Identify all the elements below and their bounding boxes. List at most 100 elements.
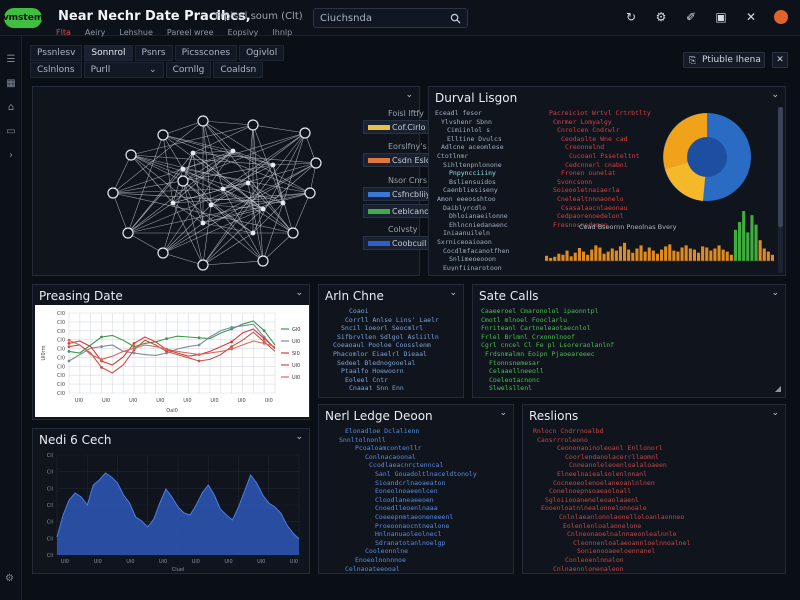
bar[interactable]: [655, 253, 659, 261]
line-chart[interactable]: Cl0 Cl0 Cl0 Cl0 Cl0 Cl0 Cl0 Cl0 Cl0 Cl0 Ul0 Ul0 Ul0 U…: [35, 305, 309, 417]
data-point[interactable]: [132, 346, 136, 350]
list-line[interactable]: Cnlnaennlonenaleon: [529, 565, 779, 572]
data-point[interactable]: [230, 326, 234, 329]
chevron-down-icon[interactable]: ⌄: [771, 288, 779, 298]
list-line[interactable]: Coorlendanolacerrllaomnl: [529, 453, 779, 462]
data-point[interactable]: [230, 347, 234, 351]
home-icon[interactable]: ⌂: [4, 102, 18, 114]
bar[interactable]: [647, 247, 651, 262]
menu-item[interactable]: Eopsivy: [228, 28, 259, 38]
bar[interactable]: [606, 251, 610, 261]
list-line[interactable]: Cnoedlleoenlnaaa: [325, 504, 505, 513]
code-list[interactable]: Caaeeroel Cmaronolol ipaonntpl Cmotl mlno…: [479, 307, 759, 395]
bar[interactable]: [590, 249, 594, 261]
list-line[interactable]: Cimiinlol s: [433, 126, 543, 135]
bar[interactable]: [639, 245, 643, 261]
list-line[interactable]: Amon eeeosshtoo: [433, 195, 543, 204]
close-panel-button[interactable]: ✕: [772, 52, 788, 68]
bar[interactable]: [623, 242, 627, 261]
bar[interactable]: [594, 245, 598, 261]
graph-node[interactable]: [197, 259, 209, 271]
data-point[interactable]: [165, 337, 168, 340]
bar[interactable]: [643, 251, 647, 261]
list-line[interactable]: Sedeel Blednogooelal: [325, 359, 455, 368]
bar[interactable]: [557, 253, 561, 261]
chevron-down-icon[interactable]: ⌄: [771, 90, 779, 100]
bar[interactable]: [660, 249, 664, 261]
graph-node[interactable]: [299, 127, 311, 139]
list-line[interactable]: Pnpyncciiiny: [433, 169, 543, 178]
bar[interactable]: [725, 251, 729, 261]
list-line[interactable]: Cucoanl Psseteltnt: [547, 152, 657, 161]
network-graph[interactable]: [83, 93, 333, 273]
tab[interactable]: Picsscones: [174, 45, 238, 61]
list-line[interactable]: Eceadl fesor: [433, 109, 543, 118]
scrollbar-thumb[interactable]: [778, 107, 783, 227]
list-line[interactable]: Ftonnsnemesar: [479, 359, 759, 368]
bar[interactable]: [545, 255, 549, 261]
list-line[interactable]: Eooenloatnlnealonnelonnoale: [529, 504, 779, 513]
share-button[interactable]: ⎘ Ptiuble Ihena: [683, 52, 765, 68]
refresh-icon[interactable]: ↻: [624, 10, 638, 24]
bar[interactable]: [713, 248, 717, 262]
data-point[interactable]: [100, 358, 103, 361]
data-point[interactable]: [67, 338, 71, 342]
chevron-down-icon[interactable]: ⌄: [449, 288, 457, 298]
tab-dropdown[interactable]: Purll ⌄: [83, 62, 164, 78]
bar[interactable]: [738, 222, 742, 261]
graph-node[interactable]: [220, 186, 226, 192]
list-line[interactable]: Cedcnnerl cnabni: [547, 161, 657, 170]
tab[interactable]: Cornllg: [165, 62, 212, 78]
list-line[interactable]: Coeleotacnonc: [479, 376, 759, 385]
search-input[interactable]: [320, 11, 440, 26]
bar[interactable]: [618, 246, 622, 261]
chevron-down-icon[interactable]: ⌄: [771, 408, 779, 418]
graph-node[interactable]: [157, 247, 169, 259]
list-line[interactable]: Dhloianaeilonne: [433, 212, 543, 221]
menu-item[interactable]: Flta: [56, 28, 71, 38]
list-line[interactable]: Elonadloe Dclalienn: [325, 427, 505, 436]
list-line[interactable]: Cnelealtnnnaonelo: [547, 195, 657, 204]
list-line[interactable]: Caaeeroel Cmaronolol ipaonntpl: [479, 307, 759, 316]
graph-node[interactable]: [107, 187, 119, 199]
graph-node[interactable]: [245, 180, 251, 186]
bar[interactable]: [697, 252, 701, 261]
bar[interactable]: [602, 253, 606, 261]
chevron-down-icon[interactable]: ⌄: [295, 288, 303, 298]
resize-handle-icon[interactable]: ◢: [775, 384, 781, 393]
export-icon[interactable]: ▣: [714, 10, 728, 24]
graph-node[interactable]: [247, 119, 259, 131]
search-icon[interactable]: [450, 13, 461, 24]
bar[interactable]: [651, 250, 655, 261]
bar[interactable]: [598, 247, 602, 262]
list-line[interactable]: Fronen ounelat: [547, 169, 657, 178]
gear-icon[interactable]: ⚙: [654, 10, 668, 24]
bar[interactable]: [573, 252, 577, 261]
list-line[interactable]: Bsliensuidos: [433, 178, 543, 187]
list-line[interactable]: Ceononaoinoleoanl Enllonorl: [529, 444, 779, 453]
list-line[interactable]: Celaaellneeoll: [479, 367, 759, 376]
bar[interactable]: [692, 249, 696, 261]
bar[interactable]: [742, 211, 746, 261]
list-line[interactable]: Adlcne aceomlese: [433, 143, 543, 152]
bar[interactable]: [770, 254, 774, 261]
list-line[interactable]: Coaoi: [325, 307, 455, 316]
close-icon[interactable]: ✕: [744, 10, 758, 24]
data-point[interactable]: [165, 350, 168, 353]
list-line[interactable]: Elneelnaiealsolenlnnanl: [529, 470, 779, 479]
list-line[interactable]: Sdranatotanlnoelgp: [325, 539, 505, 548]
list-line[interactable]: Sxrniceoaioaon: [433, 238, 543, 247]
data-point[interactable]: [197, 353, 201, 356]
settings-icon[interactable]: ⚙: [5, 573, 14, 584]
data-point[interactable]: [165, 347, 168, 351]
chevron-down-icon[interactable]: ⌄: [499, 408, 507, 418]
list-line[interactable]: Cnneanoleleoenloalaloaeen: [529, 461, 779, 470]
list-line[interactable]: Corrll Anlse Lins' Laelr: [325, 316, 455, 325]
list-line[interactable]: Caosrrroleono: [529, 436, 779, 445]
data-point[interactable]: [197, 343, 201, 347]
bar[interactable]: [668, 244, 672, 261]
graph-node[interactable]: [270, 162, 276, 168]
data-point[interactable]: [262, 342, 266, 345]
bar[interactable]: [754, 224, 758, 261]
chevron-down-icon[interactable]: ⌄: [295, 432, 303, 442]
